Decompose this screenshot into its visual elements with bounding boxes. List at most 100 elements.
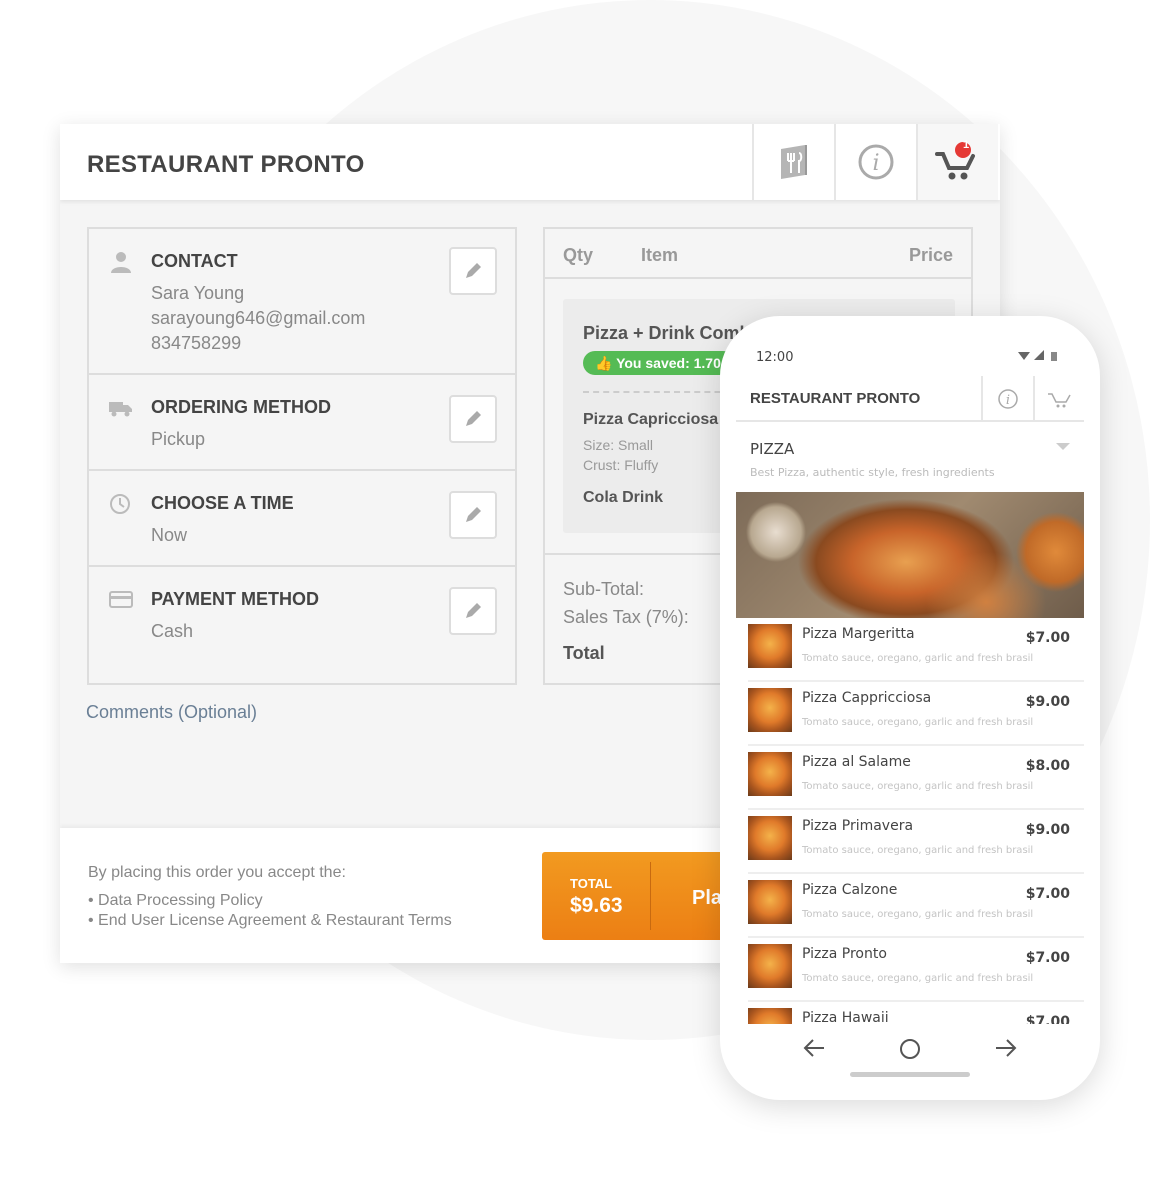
payment-section: PAYMENT METHOD Cash bbox=[89, 567, 515, 683]
menu-button[interactable] bbox=[752, 124, 834, 200]
ordering-method-value: Pickup bbox=[151, 429, 206, 449]
menu-item-price: $7.00 bbox=[1025, 886, 1070, 902]
pizza-size: Size: Small bbox=[583, 437, 654, 453]
ordering-method-label: ORDERING METHOD bbox=[151, 397, 331, 417]
user-icon bbox=[111, 252, 131, 273]
menu-item-description: Tomato sauce, oregano, garlic and fresh … bbox=[802, 973, 1034, 984]
info-icon: i bbox=[998, 389, 1018, 409]
menu-item[interactable]: Pizza Calzone Tomato sauce, oregano, garl… bbox=[748, 874, 1084, 938]
saved-text: You saved: 1.70 bbox=[616, 355, 721, 371]
payment-value: Cash bbox=[151, 621, 194, 641]
menu-item-name: Pizza Hawaii bbox=[802, 1010, 889, 1024]
menu-item[interactable]: Pizza Primavera Tomato sauce, oregano, ga… bbox=[748, 810, 1084, 874]
cart-icon bbox=[1047, 393, 1071, 408]
comments-input[interactable]: Comments (Optional) bbox=[86, 702, 257, 723]
item-header: Item bbox=[641, 245, 679, 265]
cart-badge: 1 bbox=[962, 139, 970, 151]
menu-item-price: $7.00 bbox=[1025, 630, 1070, 646]
thumbs-up-icon: 👍 bbox=[595, 355, 613, 371]
menu-item-thumbnail bbox=[748, 1008, 792, 1024]
menu-item-price: $9.00 bbox=[1025, 694, 1070, 710]
status-icons bbox=[1018, 350, 1057, 361]
payment-label: PAYMENT METHOD bbox=[151, 589, 320, 609]
menu-item-thumbnail bbox=[748, 944, 792, 988]
chevron-down-icon[interactable] bbox=[1056, 443, 1070, 451]
tax-label: Sales Tax (7%): bbox=[563, 607, 689, 627]
menu-item-name: Pizza Calzone bbox=[802, 882, 898, 898]
order-details: CONTACT Sara Young sarayoung646@gmail.com… bbox=[87, 227, 517, 685]
menu-item-description: Tomato sauce, oregano, garlic and fresh … bbox=[802, 653, 1034, 664]
pencil-icon bbox=[466, 411, 481, 426]
menu-icon bbox=[781, 145, 807, 179]
info-icon: i bbox=[858, 144, 894, 180]
menu-item[interactable]: Pizza Cappricciosa Tomato sauce, oregano,… bbox=[748, 682, 1084, 746]
status-time: 12:00 bbox=[756, 350, 794, 365]
mobile-preview: 12:00 RESTAURANT PRONTO i PIZZA Best Piz… bbox=[720, 316, 1100, 1100]
menu-item-price: $9.00 bbox=[1025, 822, 1070, 838]
menu-item-name: Pizza Pronto bbox=[802, 946, 887, 962]
menu-item-description: Tomato sauce, oregano, garlic and fresh … bbox=[802, 909, 1034, 920]
menu-item-description: Tomato sauce, oregano, garlic and fresh … bbox=[802, 717, 1034, 728]
menu-item[interactable]: Pizza Margeritta Tomato sauce, oregano, g… bbox=[748, 618, 1084, 682]
menu-item-description: Tomato sauce, oregano, garlic and fresh … bbox=[802, 845, 1034, 856]
truck-icon bbox=[109, 402, 132, 417]
cart-button[interactable]: 1 bbox=[916, 124, 998, 200]
menu-item-thumbnail bbox=[748, 688, 792, 732]
terms-intro: By placing this order you accept the: bbox=[88, 864, 346, 881]
terms-link-eula[interactable]: • End User License Agreement & Restauran… bbox=[88, 912, 452, 930]
menu-item-description: Tomato sauce, oregano, garlic and fresh … bbox=[802, 781, 1034, 792]
pencil-icon bbox=[466, 263, 481, 278]
pencil-icon bbox=[466, 603, 481, 618]
contact-name: Sara Young bbox=[151, 283, 245, 303]
time-section: CHOOSE A TIME Now bbox=[89, 471, 515, 567]
menu-item-price: $7.00 bbox=[1025, 950, 1070, 966]
subtotal-label: Sub-Total: bbox=[563, 579, 645, 599]
phone-title: RESTAURANT PRONTO bbox=[750, 390, 921, 407]
svg-text:i: i bbox=[872, 151, 879, 176]
contact-label: CONTACT bbox=[151, 251, 238, 271]
header: RESTAURANT PRONTO i 1 bbox=[60, 124, 1000, 200]
edit-contact-button[interactable] bbox=[449, 247, 497, 295]
combo-drink: Cola Drink bbox=[583, 489, 664, 506]
menu-item[interactable]: Pizza Hawaii $7.00 bbox=[748, 1002, 1084, 1024]
menu-item-thumbnail bbox=[748, 624, 792, 668]
terms-link-privacy[interactable]: • Data Processing Policy bbox=[88, 892, 263, 910]
contact-email: sarayoung646@gmail.com bbox=[151, 308, 366, 328]
page-title: RESTAURANT PRONTO bbox=[87, 151, 365, 178]
time-label: CHOOSE A TIME bbox=[151, 493, 294, 513]
menu-item-thumbnail bbox=[748, 816, 792, 860]
home-nav-icon[interactable] bbox=[899, 1038, 921, 1060]
menu-item-name: Pizza al Salame bbox=[802, 754, 911, 770]
phone-cart-button[interactable] bbox=[1033, 376, 1084, 422]
combo-pizza: Pizza Capricciosa bbox=[583, 411, 719, 428]
menu-item-name: Pizza Margeritta bbox=[802, 626, 915, 642]
saved-badge: 👍 You saved: 1.70 bbox=[583, 351, 735, 375]
total-label: Total bbox=[563, 643, 605, 663]
phone-info-button[interactable]: i bbox=[981, 376, 1033, 422]
menu-item-thumbnail bbox=[748, 752, 792, 796]
forward-nav-icon[interactable] bbox=[994, 1038, 1018, 1058]
time-value: Now bbox=[151, 525, 188, 545]
clock-icon bbox=[110, 494, 130, 514]
svg-text:i: i bbox=[1006, 393, 1010, 408]
edit-time-button[interactable] bbox=[449, 491, 497, 539]
edit-ordering-button[interactable] bbox=[449, 395, 497, 443]
menu-item[interactable]: Pizza Pronto Tomato sauce, oregano, garli… bbox=[748, 938, 1084, 1002]
total-button-label: TOTAL bbox=[570, 876, 613, 891]
edit-payment-button[interactable] bbox=[449, 587, 497, 635]
menu-item[interactable]: Pizza al Salame Tomato sauce, oregano, ga… bbox=[748, 746, 1084, 810]
menu-item-price: $8.00 bbox=[1025, 758, 1070, 774]
contact-phone: 834758299 bbox=[151, 333, 242, 353]
pizza-crust: Crust: Fluffy bbox=[583, 457, 659, 473]
back-nav-icon[interactable] bbox=[802, 1038, 826, 1058]
menu-item-thumbnail bbox=[748, 880, 792, 924]
info-button[interactable]: i bbox=[834, 124, 916, 200]
qty-header: Qty bbox=[563, 245, 594, 265]
category-name[interactable]: PIZZA bbox=[750, 440, 794, 458]
pizza-banner-image bbox=[736, 492, 1084, 618]
total-button-value: $9.63 bbox=[570, 894, 623, 917]
menu-item-name: Pizza Primavera bbox=[802, 818, 914, 834]
pencil-icon bbox=[466, 507, 481, 522]
home-indicator bbox=[850, 1072, 970, 1077]
credit-card-icon bbox=[109, 591, 133, 608]
